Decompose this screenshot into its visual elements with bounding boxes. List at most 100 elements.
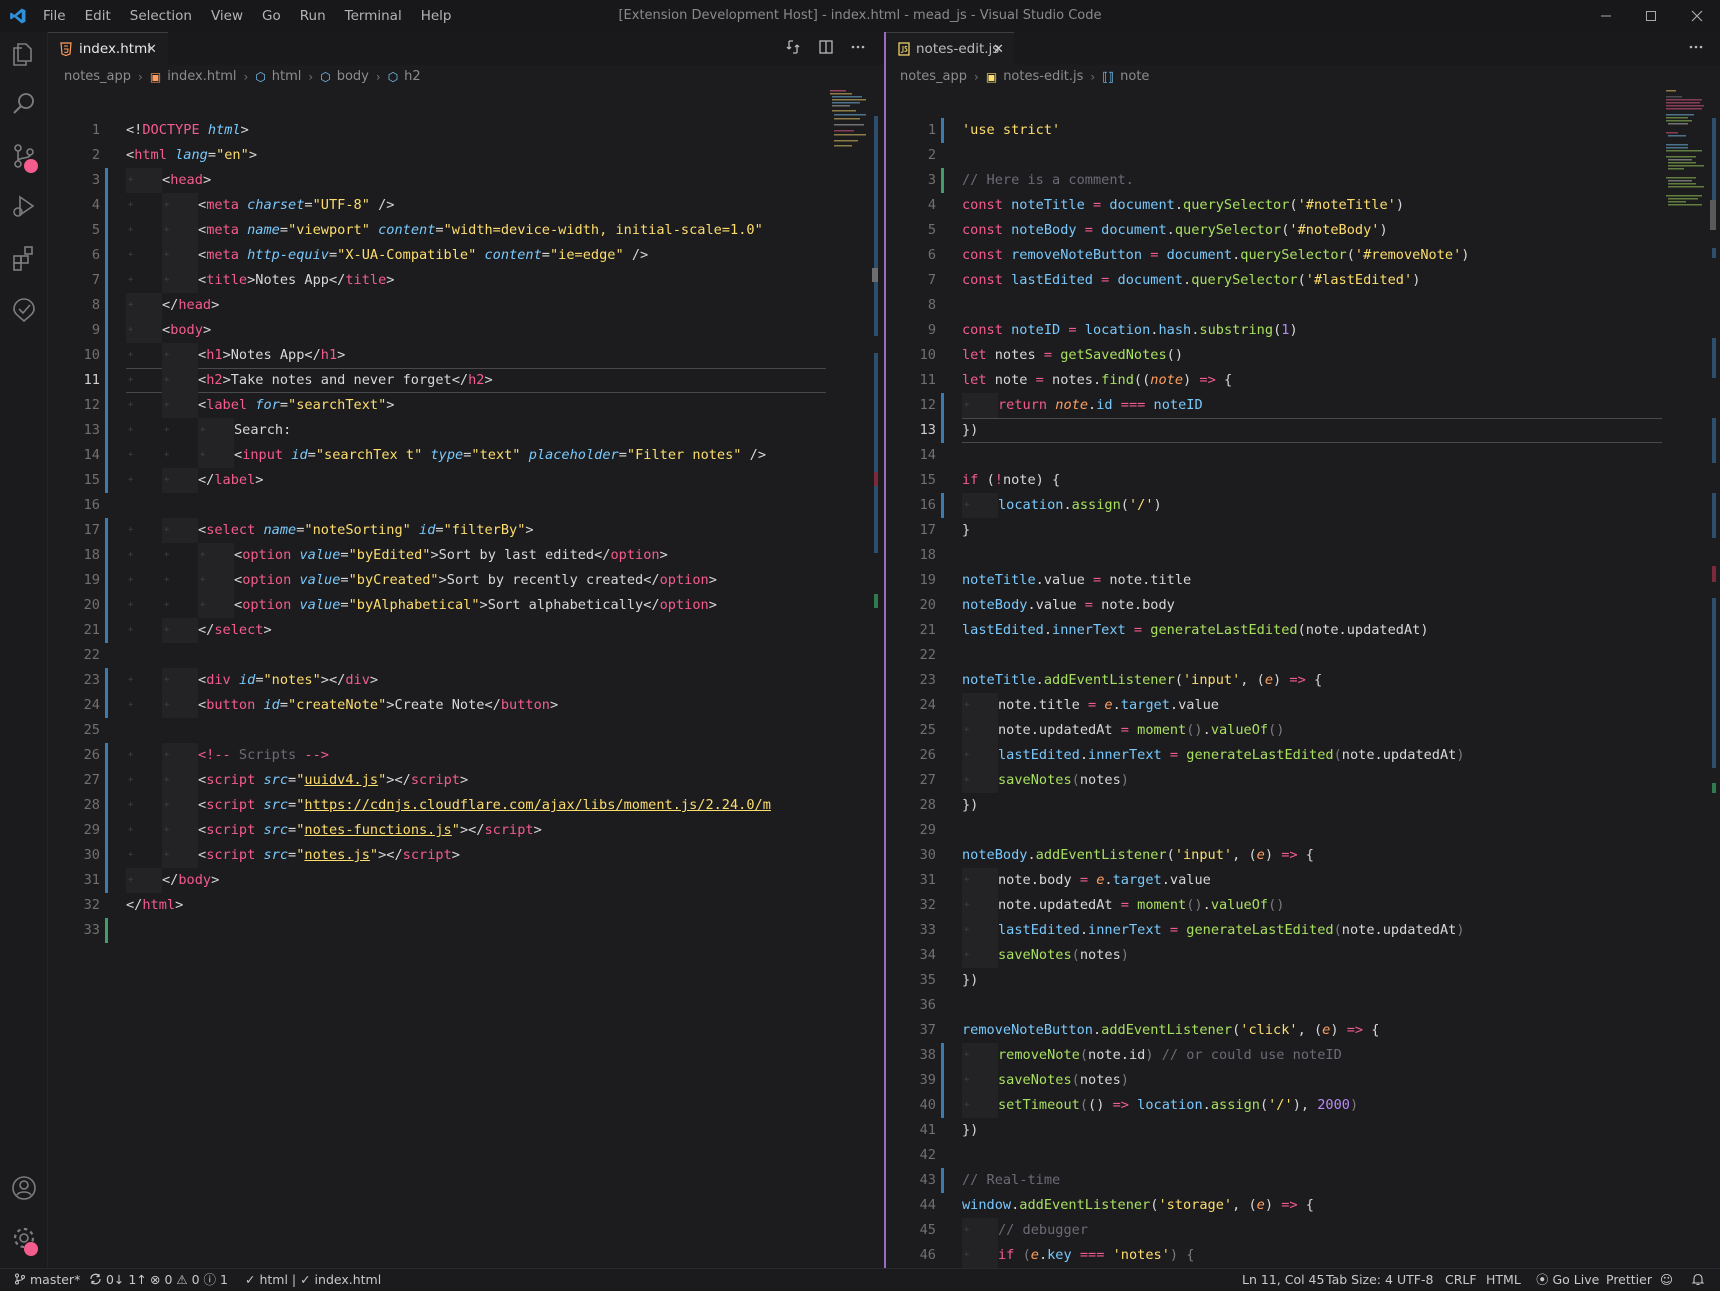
git-modified-marker[interactable]	[105, 343, 108, 368]
code-line[interactable]: 29 <script src="notes-functions.js"></scr…	[48, 818, 884, 843]
git-modified-marker[interactable]	[105, 568, 108, 593]
git-modified-marker[interactable]	[105, 318, 108, 343]
git-modified-marker[interactable]	[105, 818, 108, 843]
code-line[interactable]: 11 <h2>Take notes and never forget</h2>	[48, 368, 884, 393]
code-line[interactable]: 1 <!DOCTYPE html>	[48, 118, 884, 143]
code-line[interactable]: 11 let note = notes.find((note) => {	[886, 368, 1720, 393]
code-line[interactable]: 22	[886, 643, 1720, 668]
tab-close-icon[interactable]: ✕	[993, 33, 1004, 66]
git-modified-marker[interactable]	[105, 518, 108, 543]
code-line[interactable]: 32 </html>	[48, 893, 884, 918]
code-line[interactable]: 24 note.title = e.target.value	[886, 693, 1720, 718]
code-line[interactable]: 45 // debugger	[886, 1218, 1720, 1243]
menu-go[interactable]: Go	[262, 0, 281, 32]
git-modified-marker[interactable]	[105, 618, 108, 643]
git-modified-marker[interactable]	[105, 243, 108, 268]
breadcrumb-symbol[interactable]: note	[1120, 69, 1149, 84]
git-modified-marker[interactable]	[941, 1093, 944, 1118]
remote-explorer-icon[interactable]	[10, 296, 38, 324]
code-line[interactable]: 3 // Here is a comment.	[886, 168, 1720, 193]
code-line[interactable]: 40 setTimeout(() => location.assign('/'),…	[886, 1093, 1720, 1118]
minimize-button[interactable]	[1583, 0, 1629, 32]
git-modified-marker[interactable]	[105, 218, 108, 243]
git-modified-marker[interactable]	[105, 193, 108, 218]
code-line[interactable]: 19 noteTitle.value = note.title	[886, 568, 1720, 593]
code-line[interactable]: 12 return note.id === noteID	[886, 393, 1720, 418]
right-minimap[interactable]	[1664, 88, 1704, 218]
code-line[interactable]: 37 removeNoteButton.addEventListener('cli…	[886, 1018, 1720, 1043]
code-line[interactable]: 9 const noteID = location.hash.substring(…	[886, 318, 1720, 343]
code-line[interactable]: 23 <div id="notes"></div>	[48, 668, 884, 693]
close-window-button[interactable]	[1674, 0, 1720, 32]
code-line[interactable]: 5 const noteBody = document.querySelector…	[886, 218, 1720, 243]
git-modified-marker[interactable]	[105, 593, 108, 618]
git-modified-marker[interactable]	[105, 743, 108, 768]
code-line[interactable]: 16 location.assign('/')	[886, 493, 1720, 518]
code-line[interactable]: 30 <script src="notes.js"></script>	[48, 843, 884, 868]
breadcrumb-folder[interactable]: notes_app	[64, 69, 131, 84]
git-modified-marker[interactable]	[105, 868, 108, 893]
code-line[interactable]: 14 <input id="searchTex t" type="text" pl…	[48, 443, 884, 468]
code-line[interactable]: 1 'use strict'	[886, 118, 1720, 143]
language-mode[interactable]: HTML	[1486, 1269, 1521, 1291]
code-line[interactable]: 22	[48, 643, 884, 668]
code-line[interactable]: 26 <!-- Scripts -->	[48, 743, 884, 768]
menu-file[interactable]: File	[43, 0, 66, 32]
branch-indicator[interactable]: master*	[14, 1269, 80, 1291]
menu-view[interactable]: View	[211, 0, 243, 32]
code-line[interactable]: 20 noteBody.value = note.body	[886, 593, 1720, 618]
code-line[interactable]: 16	[48, 493, 884, 518]
code-line[interactable]: 6 const removeNoteButton = document.query…	[886, 243, 1720, 268]
code-line[interactable]: 7 const lastEdited = document.querySelect…	[886, 268, 1720, 293]
code-line[interactable]: 14	[886, 443, 1720, 468]
git-modified-marker[interactable]	[105, 793, 108, 818]
code-line[interactable]: 4 <meta charset="UTF-8" />	[48, 193, 884, 218]
code-line[interactable]: 6 <meta http-equiv="X-UA-Compatible" cont…	[48, 243, 884, 268]
code-line[interactable]: 31 note.body = e.target.value	[886, 868, 1720, 893]
code-line[interactable]: 43 // Real-time	[886, 1168, 1720, 1193]
code-line[interactable]: 39 saveNotes(notes)	[886, 1068, 1720, 1093]
code-line[interactable]: 23 noteTitle.addEventListener('input', (e…	[886, 668, 1720, 693]
code-line[interactable]: 17}	[886, 518, 1720, 543]
git-modified-marker[interactable]	[941, 118, 944, 143]
explorer-icon[interactable]	[10, 40, 38, 68]
git-modified-marker[interactable]	[105, 693, 108, 718]
code-line[interactable]: 33 lastEdited.innerText = generateLastEdi…	[886, 918, 1720, 943]
code-line[interactable]: 27 <script src="uuidv4.js"></script>	[48, 768, 884, 793]
code-line[interactable]: 2 <html lang="en">	[48, 143, 884, 168]
git-modified-marker[interactable]	[941, 1043, 944, 1068]
git-modified-marker[interactable]	[105, 393, 108, 418]
code-line[interactable]: 3 <head>	[48, 168, 884, 193]
code-line[interactable]: 35})	[886, 968, 1720, 993]
git-modified-marker[interactable]	[105, 443, 108, 468]
code-line[interactable]: 38 removeNote(note.id) // or could use no…	[886, 1043, 1720, 1068]
code-line[interactable]: 15 if (!note) {	[886, 468, 1720, 493]
git-modified-marker[interactable]	[105, 418, 108, 443]
code-line[interactable]: 41})	[886, 1118, 1720, 1143]
tab-close-icon[interactable]: ✕	[146, 33, 157, 66]
breadcrumb-h2[interactable]: h2	[404, 69, 421, 84]
code-line[interactable]: 18 <option value="byEdited">Sort by last …	[48, 543, 884, 568]
code-line[interactable]: 44 window.addEventListener('storage', (e)…	[886, 1193, 1720, 1218]
code-line[interactable]: 5 <meta name="viewport" content="width=de…	[48, 218, 884, 243]
code-line[interactable]: 25	[48, 718, 884, 743]
breadcrumb-file[interactable]: index.html	[167, 69, 236, 84]
maximize-button[interactable]	[1628, 0, 1674, 32]
code-line[interactable]: 25 note.updatedAt = moment().valueOf()	[886, 718, 1720, 743]
extensions-icon[interactable]	[10, 244, 38, 272]
encoding[interactable]: UTF-8	[1397, 1269, 1433, 1291]
git-modified-marker[interactable]	[105, 768, 108, 793]
code-line[interactable]: 10 <h1>Notes App</h1>	[48, 343, 884, 368]
tab-size[interactable]: Tab Size: 4	[1326, 1269, 1393, 1291]
problems-indicator[interactable]: ⊗ 0 ⚠ 0 ⓘ 1	[150, 1269, 228, 1291]
code-line[interactable]: 30 noteBody.addEventListener('input', (e)…	[886, 843, 1720, 868]
git-modified-marker[interactable]	[105, 843, 108, 868]
code-line[interactable]: 20 <option value="byAlphabetical">Sort al…	[48, 593, 884, 618]
code-line[interactable]: 10 let notes = getSavedNotes()	[886, 343, 1720, 368]
tab-notes-edit-js[interactable]: notes-edit.js ✕	[886, 32, 1014, 65]
code-line[interactable]: 29	[886, 818, 1720, 843]
feedback-icon[interactable]: ☺	[1660, 1269, 1673, 1291]
breadcrumb-html[interactable]: html	[272, 69, 302, 84]
code-line[interactable]: 36	[886, 993, 1720, 1018]
code-line[interactable]: 9 <body>	[48, 318, 884, 343]
